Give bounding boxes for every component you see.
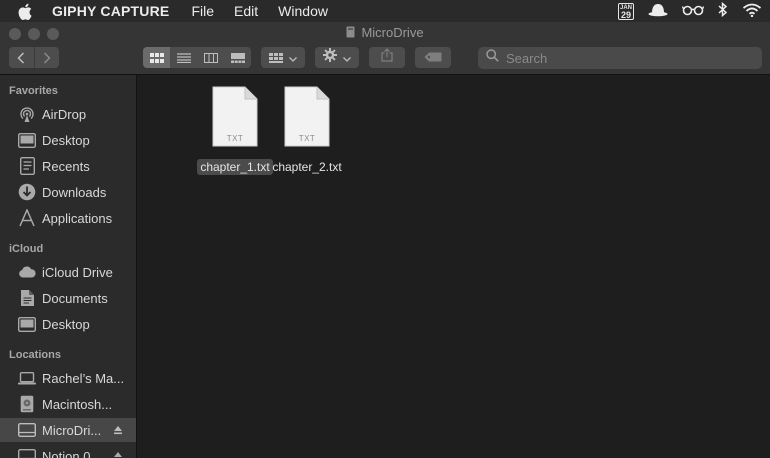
list-view-button[interactable] [170,47,197,68]
external-drive-icon [18,447,36,458]
sidebar-item-microdrive[interactable]: MicroDri... [0,418,136,442]
group-by-button[interactable] [261,47,305,68]
sidebar-item-macintosh-hd[interactable]: Macintosh... [0,392,136,416]
file-name[interactable]: chapter_2.txt [269,159,344,175]
hard-drive-icon [18,395,36,413]
calendar-icon[interactable]: JAN 29 [618,2,634,20]
sidebar-item-label: Macintosh... [42,396,113,412]
window-title-text: MicroDrive [361,25,424,40]
apple-logo-icon[interactable] [18,3,34,20]
sidebar-item-recents[interactable]: Recents [0,154,136,178]
share-button[interactable] [369,47,405,68]
sidebar-item-label: Desktop [42,132,90,148]
menu-bar: GIPHY CAPTURE File Edit Window JAN 29 [0,0,770,22]
cloud-icon [18,263,36,281]
sidebar-header-locations: Locations [9,349,61,361]
file-type-label: TXT [226,134,244,143]
menu-file[interactable]: File [191,3,214,19]
desktop-icon [18,131,36,149]
wifi-icon[interactable] [742,3,762,20]
sidebar-item-label: Desktop [42,316,90,332]
downloads-icon [18,183,36,201]
sidebar-item-label: Applications [42,210,113,226]
sidebar-item-desktop[interactable]: Desktop [0,128,136,152]
glasses-icon[interactable] [681,3,705,19]
sidebar-item-downloads[interactable]: Downloads [0,180,136,204]
sidebar-item-label: Recents [42,158,90,174]
gear-icon [323,48,337,67]
desktop-icon [18,315,36,333]
sidebar-item-airdrop[interactable]: AirDrop [0,102,136,126]
bluetooth-icon[interactable] [718,1,728,20]
share-icon [381,48,393,67]
sidebar-item-rachels-mac[interactable]: Rachel’s Ma... [0,366,136,390]
drive-icon [346,26,355,41]
chevron-down-icon [343,49,351,67]
sidebar-item-label: Downloads [42,184,107,200]
documents-icon [18,289,36,307]
sidebar-item-applications[interactable]: Applications [0,206,136,230]
search-input[interactable] [504,49,748,67]
column-view-button[interactable] [197,47,224,68]
file-browser-content: TXT chapter_1.txt TXT chapter_2.txt [138,75,770,458]
sidebar-item-notion[interactable]: Notion 0... [0,444,136,458]
applications-icon [18,209,36,227]
calendar-day: 29 [620,9,631,20]
airdrop-icon [18,105,36,123]
window-toolbar: MicroDrive [0,22,770,75]
eject-icon[interactable] [113,449,123,458]
sidebar-item-icloud-desktop[interactable]: Desktop [0,312,136,336]
sidebar-item-icloud-drive[interactable]: iCloud Drive [0,260,136,284]
sidebar-item-label: iCloud Drive [42,264,113,280]
sidebar-header-icloud: iCloud [9,243,44,255]
back-button[interactable] [9,47,35,68]
action-menu-button[interactable] [315,47,359,68]
search-icon [486,49,499,67]
file-item-chapter-2[interactable]: TXT chapter_2.txt [252,86,362,175]
sidebar-item-label: Rachel’s Ma... [42,370,125,386]
hat-icon[interactable] [648,3,668,20]
external-drive-icon [18,421,36,439]
app-name-menu[interactable]: GIPHY CAPTURE [52,3,169,19]
window-title: MicroDrive [0,25,770,41]
sidebar-item-label: Documents [42,290,108,306]
tag-icon [424,49,442,67]
sidebar: Favorites AirDrop Desktop Recents Downlo… [0,75,137,458]
sidebar-item-documents[interactable]: Documents [0,286,136,310]
sidebar-item-label: AirDrop [42,106,87,122]
sidebar-header-favorites: Favorites [9,85,58,97]
recents-icon [18,157,36,175]
status-icons: JAN 29 [618,0,762,22]
laptop-icon [18,369,36,387]
menu-window[interactable]: Window [278,3,328,19]
forward-button[interactable] [35,47,60,68]
back-forward-buttons [9,47,59,68]
view-mode-control [143,47,251,68]
icon-view-button[interactable] [143,47,170,68]
gallery-view-button[interactable] [224,47,251,68]
sidebar-item-label: Notion 0... [42,448,102,458]
tags-button[interactable] [415,47,451,68]
sidebar-item-label: MicroDri... [42,422,102,438]
search-field[interactable] [478,47,762,69]
file-type-label: TXT [298,134,316,143]
menu-edit[interactable]: Edit [234,3,258,19]
eject-icon[interactable] [113,423,123,438]
chevron-down-icon [289,49,297,67]
